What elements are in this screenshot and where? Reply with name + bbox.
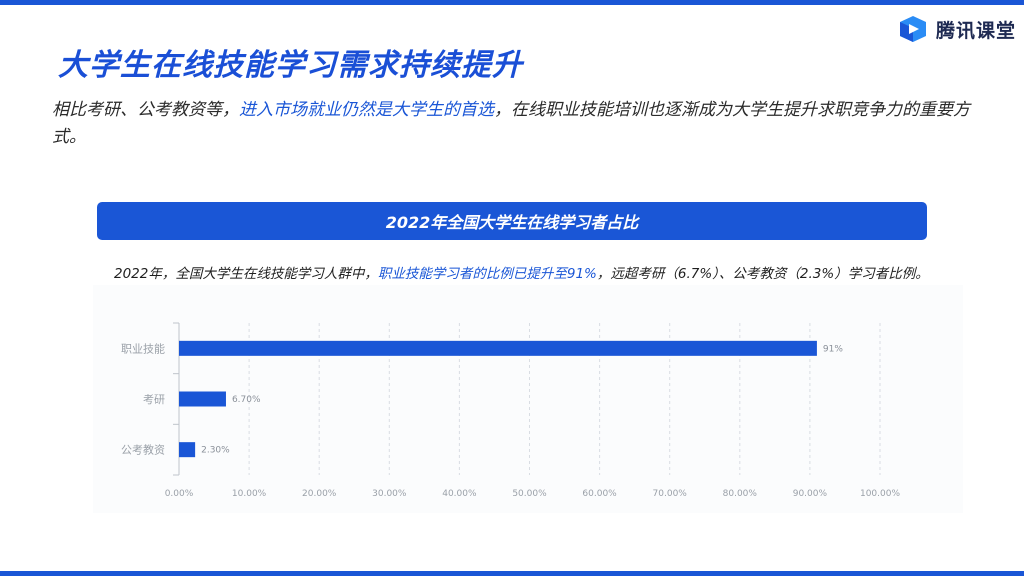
- x-tick-label: 80.00%: [723, 489, 758, 499]
- x-tick-label: 70.00%: [653, 489, 688, 499]
- x-tick-label: 10.00%: [232, 489, 267, 499]
- x-tick-label: 20.00%: [302, 489, 337, 499]
- bar: [179, 391, 226, 407]
- value-label: 91%: [823, 344, 843, 354]
- x-tick-label: 100.00%: [860, 489, 900, 499]
- category-label: 公考教资: [121, 444, 165, 457]
- category-label: 职业技能: [121, 341, 165, 355]
- brand-name: 腾讯课堂: [935, 19, 1016, 42]
- tencent-classroom-play-icon: [899, 16, 926, 42]
- bottom-accent-bar: [0, 571, 1024, 576]
- intro-text-1: 相比考研、公考教资等，: [52, 100, 239, 120]
- value-label: 2.30%: [201, 446, 230, 456]
- bar: [179, 340, 817, 356]
- brand-logo: 腾讯课堂: [896, 14, 1016, 44]
- intro-paragraph: 相比考研、公考教资等，进入市场就业仍然是大学生的首选，在线职业技能培训也逐渐成为…: [52, 97, 972, 151]
- x-tick-label: 60.00%: [582, 489, 617, 499]
- bar-chart-svg: 0.00% 10.00% 20.00% 30.00% 40.00% 50.00% 60.00…: [121, 322, 900, 499]
- summary-text-2: ，远超考研（6.7%）、公考教资（2.3%）学习者比例。: [596, 266, 929, 282]
- summary-highlight: 职业技能学习者的比例已提升至91%: [377, 266, 597, 282]
- chart-summary: 2022年，全国大学生在线技能学习人群中，职业技能学习者的比例已提升至91%，远…: [114, 262, 1019, 282]
- bar: [179, 442, 196, 458]
- summary-text-1: 2022年，全国大学生在线技能学习人群中，: [114, 266, 378, 282]
- intro-highlight: 进入市场就业仍然是大学生的首选: [239, 100, 494, 120]
- top-accent-bar: [0, 0, 1024, 5]
- chart-title-banner: 2022年全国大学生在线学习者占比: [97, 202, 927, 240]
- x-tick-label: 50.00%: [512, 489, 547, 499]
- bar-chart: 0.00% 10.00% 20.00% 30.00% 40.00% 50.00% 60.00…: [93, 285, 963, 513]
- x-tick-label: 90.00%: [793, 489, 828, 499]
- value-label: 6.70%: [232, 395, 261, 405]
- category-label: 考研: [143, 393, 165, 406]
- x-tick-label: 0.00%: [165, 489, 194, 499]
- x-tick-label: 40.00%: [442, 489, 477, 499]
- x-tick-label: 30.00%: [372, 489, 407, 499]
- page-title: 大学生在线技能学习需求持续提升: [58, 48, 523, 83]
